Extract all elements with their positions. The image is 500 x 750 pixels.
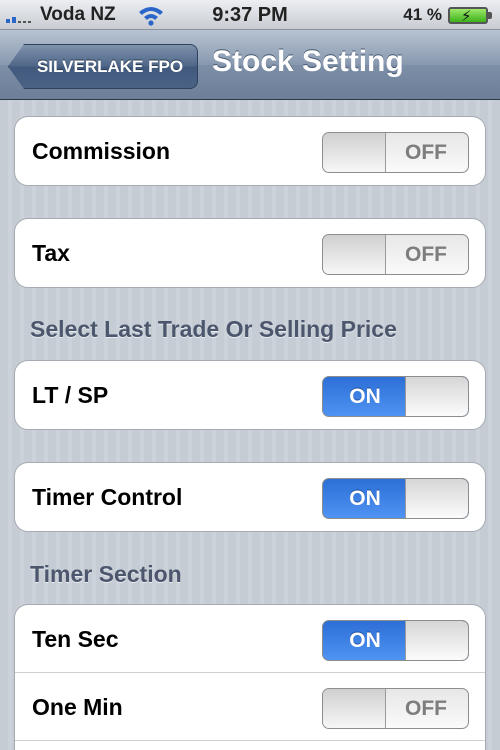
ten-sec-label: Ten Sec (32, 626, 119, 652)
lt-sp-label: LT / SP (32, 382, 109, 408)
row-tax: Tax OFF (15, 219, 485, 287)
commission-toggle[interactable]: OFF (322, 132, 469, 173)
battery-icon: ⚡ (448, 7, 492, 25)
one-min-label: One Min (32, 694, 123, 720)
toggle-knob (323, 689, 386, 728)
row-ten-sec: Ten Sec ON (15, 605, 485, 673)
toggle-state: ON (349, 629, 381, 652)
tax-toggle[interactable]: OFF (322, 234, 469, 275)
tax-label: Tax (32, 240, 70, 266)
battery-percent: 41 % (403, 5, 442, 24)
toggle-state: ON (349, 385, 381, 408)
group-timer-section: Ten Sec ON One Min OFF (14, 604, 486, 750)
status-bar: Voda NZ 9:37 PM 41 % ⚡ (0, 0, 500, 30)
toggle-knob (405, 621, 468, 660)
toggle-knob (405, 377, 468, 416)
page-title: Stock Setting (212, 45, 404, 78)
lt-sp-toggle[interactable]: ON (322, 376, 469, 417)
section-header-timer: Timer Section (30, 561, 182, 587)
navigation-bar: SILVERLAKE FPO Stock Setting (0, 30, 500, 100)
toggle-state: ON (349, 487, 381, 510)
timer-control-label: Timer Control (32, 484, 183, 510)
ten-sec-toggle[interactable]: ON (322, 620, 469, 661)
toggle-knob (405, 479, 468, 518)
section-header-last-trade: Select Last Trade Or Selling Price (30, 316, 397, 342)
row-commission: Commission OFF (15, 117, 485, 185)
group-commission: Commission OFF (14, 116, 486, 186)
toggle-state: OFF (405, 697, 447, 720)
group-tax: Tax OFF (14, 218, 486, 288)
back-button[interactable]: SILVERLAKE FPO (8, 44, 198, 89)
one-min-toggle[interactable]: OFF (322, 688, 469, 729)
row-one-min: One Min OFF (15, 673, 485, 741)
toggle-knob (323, 133, 386, 172)
toggle-state: OFF (405, 243, 447, 266)
row-lt-sp: LT / SP ON (15, 361, 485, 429)
row-timer-control: Timer Control ON (15, 463, 485, 531)
group-lt-sp: LT / SP ON (14, 360, 486, 430)
commission-label: Commission (32, 138, 171, 164)
timer-control-toggle[interactable]: ON (322, 478, 469, 519)
toggle-state: OFF (405, 141, 447, 164)
toggle-knob (323, 235, 386, 274)
group-timer-control: Timer Control ON (14, 462, 486, 532)
